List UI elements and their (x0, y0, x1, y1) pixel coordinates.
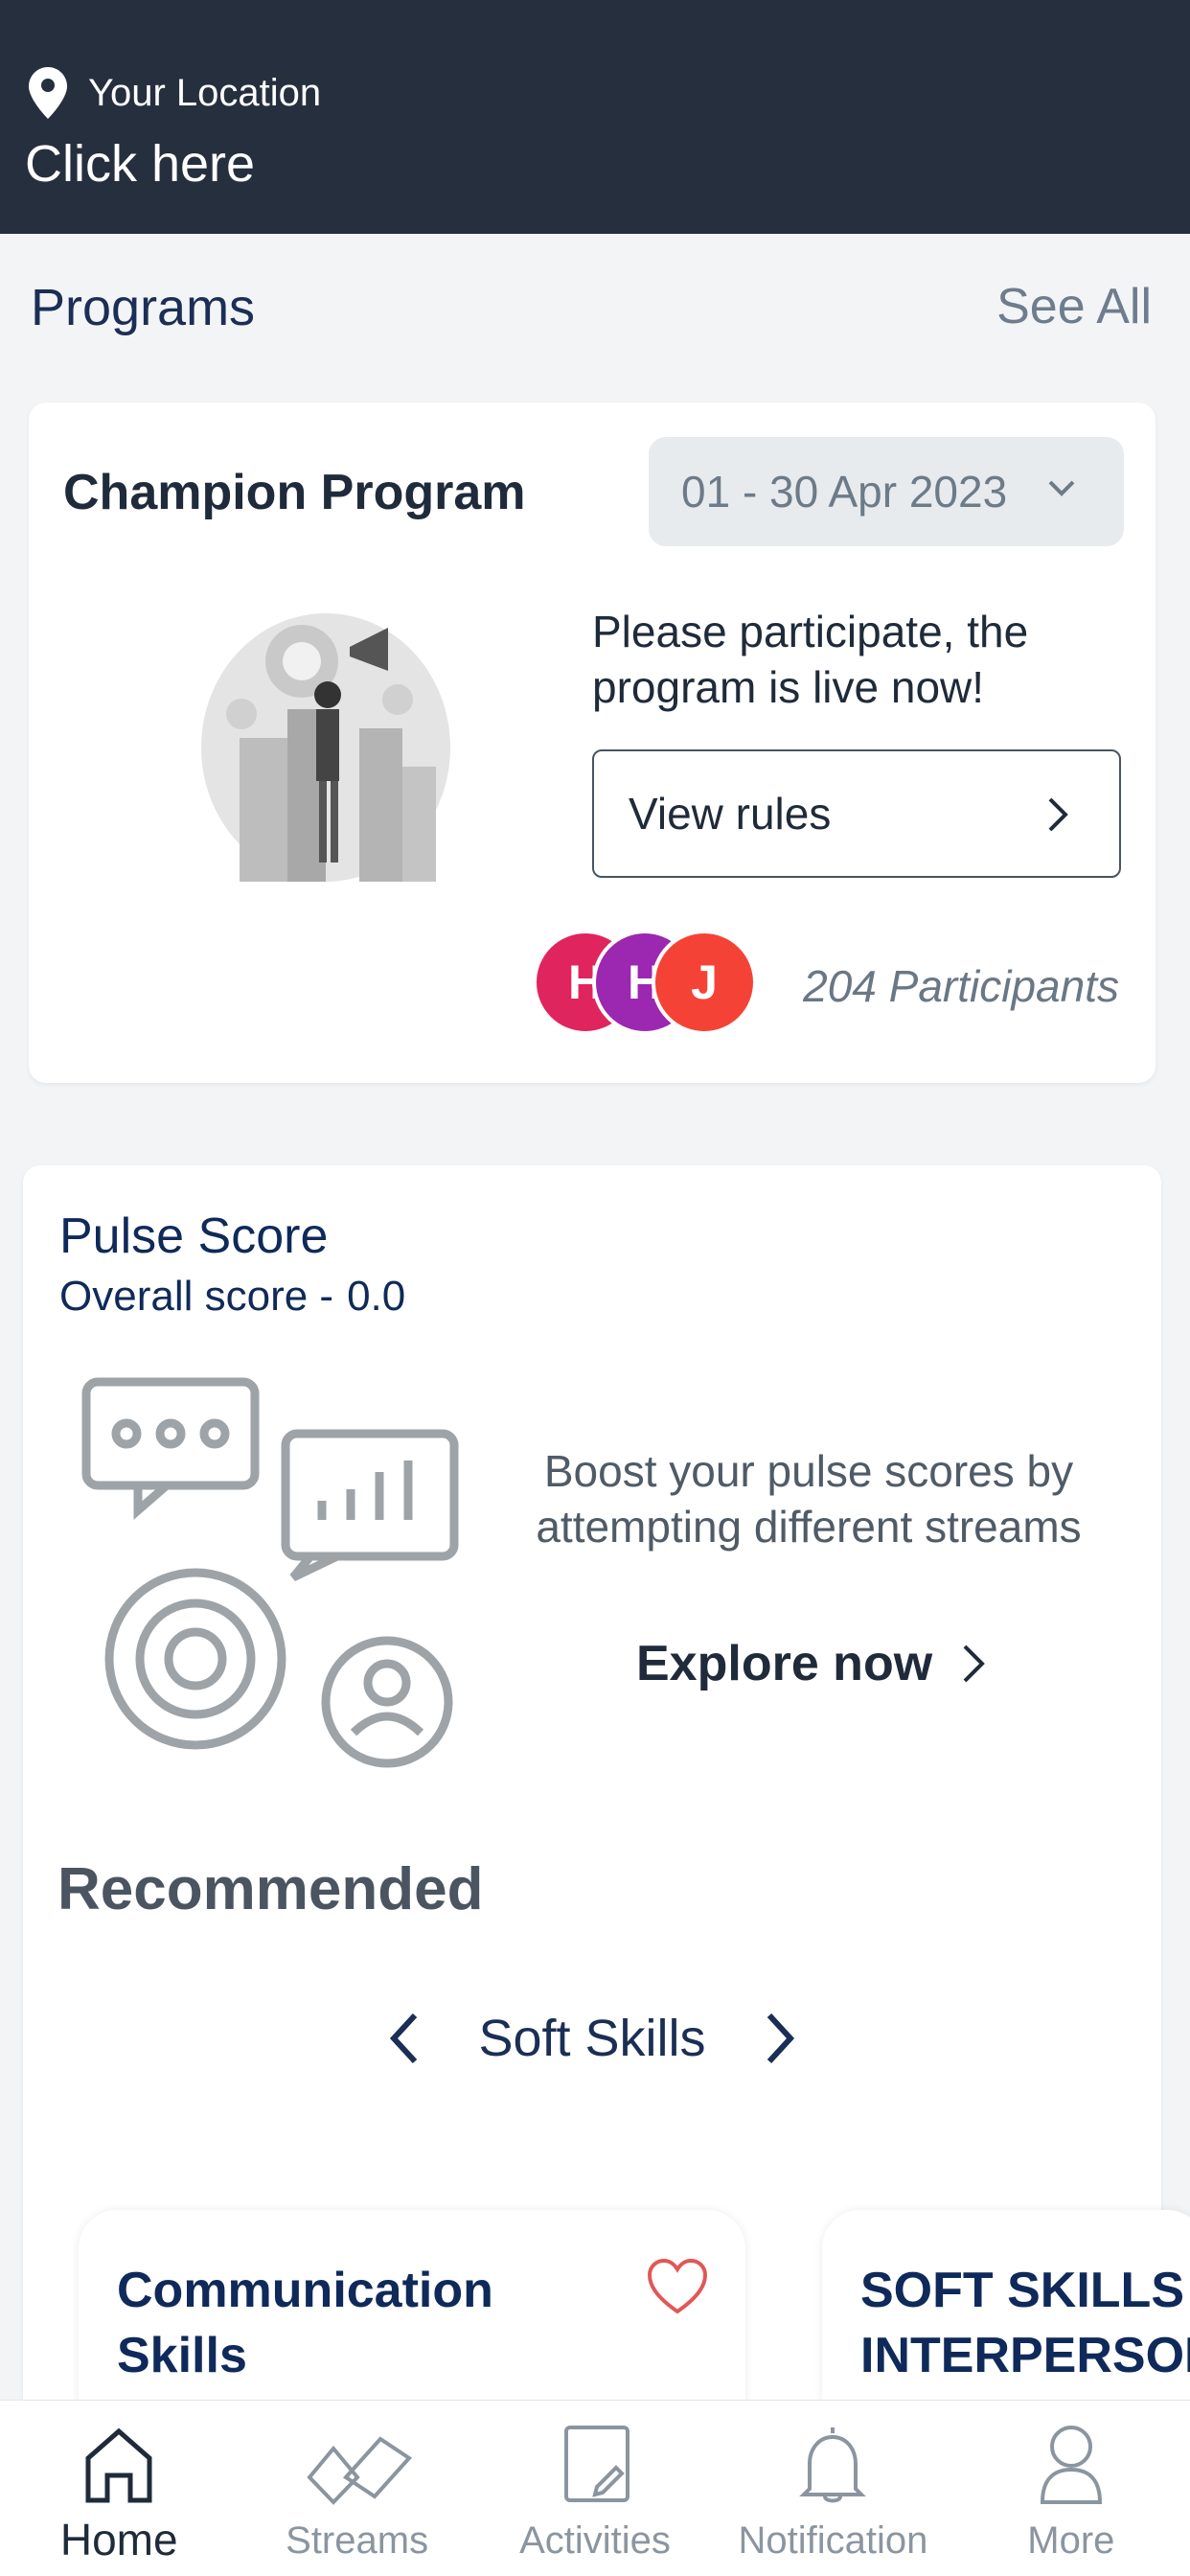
chevron-left-icon[interactable] (388, 2012, 421, 2065)
pulse-score-card: Pulse Score Overall score - 0.0 Boost you… (23, 1165, 1190, 2576)
user-icon (1040, 2426, 1102, 2504)
program-illustration (201, 613, 450, 882)
view-rules-label: View rules (629, 789, 832, 839)
overall-score-value: 0.0 (347, 1273, 406, 1320)
nav-notification-label: Notification (738, 2519, 928, 2562)
location-click-here[interactable]: Click here (25, 134, 255, 194)
streams-icon (306, 2436, 412, 2505)
nav-more-label: More (1027, 2519, 1115, 2562)
overall-score: Overall score - 0.0 (59, 1273, 405, 1321)
location-pin-icon (29, 67, 67, 119)
participant-avatars: H H J (533, 930, 763, 1037)
see-all-link[interactable]: See All (996, 278, 1152, 335)
category-label: Soft Skills (478, 2010, 706, 2067)
recommended-card-title: Communication Skills (117, 2263, 493, 2383)
category-switcher: Soft Skills (23, 2009, 1161, 2068)
activities-icon (564, 2426, 630, 2502)
overall-score-label: Overall score - (59, 1273, 334, 1320)
location-label: Your Location (88, 71, 322, 114)
heart-icon[interactable] (646, 2258, 709, 2315)
recommended-title: Recommended (57, 1856, 484, 1922)
explore-now-label: Explore now (636, 1636, 933, 1691)
nav-streams-label: Streams (286, 2519, 429, 2562)
program-message: Please participate, the program is live … (592, 607, 1029, 712)
home-icon (85, 2427, 152, 2503)
nav-home[interactable]: Home (0, 2401, 238, 2576)
chevron-right-icon[interactable] (764, 2012, 796, 2065)
nav-streams[interactable]: Streams (238, 2401, 475, 2576)
recommended-card-title: SOFT SKILLS INTERPERSONAL (860, 2263, 1190, 2383)
bell-icon (799, 2427, 867, 2503)
explore-now-button[interactable]: Explore now (636, 1635, 986, 1692)
pulse-illustration (81, 1377, 459, 1768)
programs-title: Programs (31, 279, 256, 336)
nav-activities[interactable]: Activities (476, 2401, 714, 2576)
boost-text: Boost your pulse scores by attempting di… (536, 1446, 1082, 1552)
participants-count[interactable]: 204 Participants (803, 960, 1119, 1012)
pulse-score-title: Pulse Score (59, 1208, 329, 1264)
program-card[interactable]: Champion Program 01 - 30 Apr 2023 Please… (29, 402, 1156, 1083)
bottom-navigation: Home Streams Activities Notification Mor… (0, 2400, 1190, 2576)
nav-notification[interactable]: Notification (714, 2401, 951, 2576)
nav-home-label: Home (59, 2515, 178, 2564)
date-range-value: 01 - 30 Apr 2023 (681, 467, 1008, 517)
nav-more[interactable]: More (952, 2401, 1190, 2576)
nav-activities-label: Activities (519, 2519, 671, 2562)
program-title: Champion Program (63, 465, 526, 520)
chevron-right-icon (963, 1644, 985, 1683)
date-range-dropdown[interactable]: 01 - 30 Apr 2023 (649, 437, 1124, 546)
view-rules-button[interactable]: View rules (592, 749, 1121, 878)
chevron-right-icon (1048, 797, 1068, 832)
location-row[interactable]: Your Location (29, 67, 321, 119)
location-header: Your Location Click here (0, 0, 1190, 234)
avatar: J (652, 930, 757, 1035)
chevron-down-icon (1048, 480, 1075, 496)
